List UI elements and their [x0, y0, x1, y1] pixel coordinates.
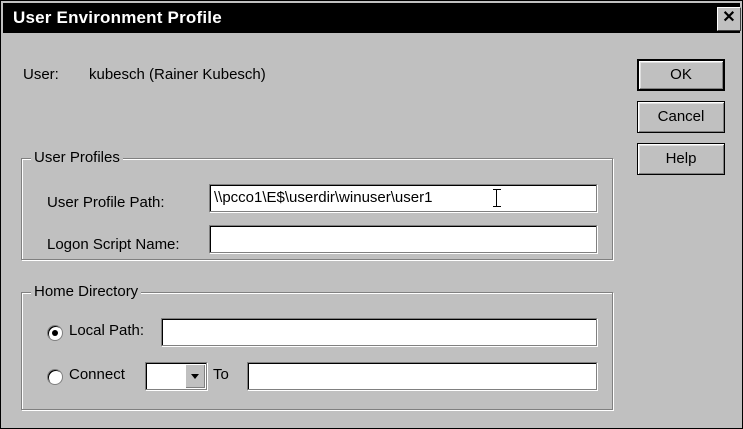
- connect-label: Connect: [69, 366, 125, 383]
- local-path-label: Local Path:: [69, 322, 145, 339]
- home-directory-legend: Home Directory: [31, 283, 142, 300]
- title-bar: User Environment Profile ✕: [3, 3, 741, 33]
- profile-path-field[interactable]: \\pcco1\E$\userdir\winuser\user1: [209, 184, 597, 212]
- window-title: User Environment Profile: [13, 8, 222, 27]
- cancel-button[interactable]: Cancel: [637, 101, 725, 133]
- profile-path-label: User Profile Path:: [47, 194, 165, 211]
- profile-path-value: \\pcco1\E$\userdir\winuser\user1: [214, 189, 433, 206]
- connect-to-field[interactable]: [247, 362, 597, 390]
- local-path-field[interactable]: [161, 318, 597, 346]
- connect-radio[interactable]: [47, 369, 63, 385]
- help-button-label: Help: [665, 150, 697, 167]
- dialog-window: User Environment Profile ✕ User: kubesch…: [0, 0, 743, 429]
- user-profiles-legend: User Profiles: [31, 149, 123, 166]
- text-cursor-icon: [493, 189, 501, 207]
- local-path-radio[interactable]: [47, 325, 63, 341]
- user-label: User:: [23, 66, 59, 83]
- help-button[interactable]: Help: [637, 143, 725, 175]
- logon-script-field[interactable]: [209, 225, 597, 253]
- ok-button[interactable]: OK: [637, 59, 725, 91]
- user-value: kubesch (Rainer Kubesch): [89, 66, 266, 83]
- close-button[interactable]: ✕: [717, 7, 741, 31]
- chevron-down-icon[interactable]: [185, 364, 205, 388]
- home-directory-group: [21, 292, 613, 410]
- close-icon: ✕: [722, 9, 736, 26]
- to-label: To: [213, 366, 229, 383]
- drive-letter-combo[interactable]: [145, 362, 207, 390]
- logon-script-label: Logon Script Name:: [47, 236, 180, 253]
